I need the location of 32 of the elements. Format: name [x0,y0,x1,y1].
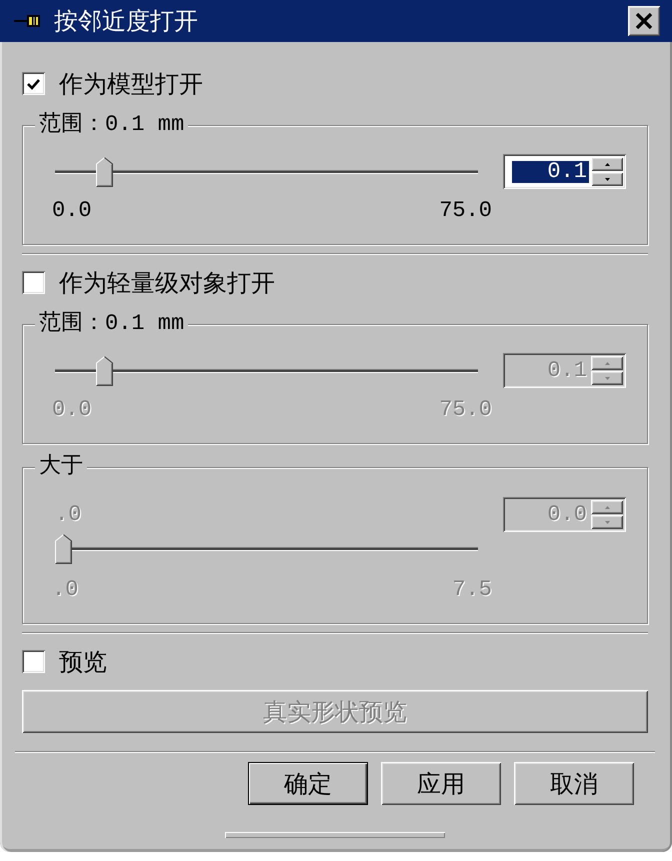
close-icon [635,13,653,29]
dialog-button[interactable]: 取消 [514,762,634,805]
checkbox[interactable] [22,650,45,673]
pushpin-icon [14,15,40,27]
checkbox-label[interactable]: 作为模型打开 [59,70,203,98]
checkbox-label[interactable]: 作为轻量级对象打开 [59,268,275,296]
dialog-button[interactable]: 应用 [381,762,501,805]
scale-max-label: 75.0 [439,399,492,421]
checkbox[interactable] [22,72,45,95]
up-arrow-icon [604,506,610,508]
current-value-label: .0 [55,504,82,526]
slider-thumb[interactable] [96,156,113,186]
spin-up-button[interactable] [591,157,623,171]
close-button[interactable] [628,6,660,36]
up-arrow-icon [604,362,610,364]
down-arrow-icon [604,520,610,524]
up-arrow-icon [604,162,610,166]
checkbox-label[interactable]: 预览 [59,648,107,676]
down-arrow-icon [604,178,610,180]
spin-value-field[interactable]: 0.1 [512,161,589,183]
scale-max-label: 7.5 [452,579,492,601]
scale-min-label: 0.0 [52,399,92,421]
scale-min-label: 0.0 [52,200,92,222]
scale-max-label: 75.0 [439,200,492,222]
spin-down-button[interactable] [591,172,623,186]
dialog-button[interactable]: 确定 [248,762,368,805]
checkmark-icon [27,78,40,90]
down-arrow-icon [604,376,610,380]
checkbox[interactable] [22,271,45,294]
window-title: 按邻近度打开 [54,6,198,36]
scale-min-label: .0 [52,579,78,601]
grip-handle[interactable] [225,832,445,838]
